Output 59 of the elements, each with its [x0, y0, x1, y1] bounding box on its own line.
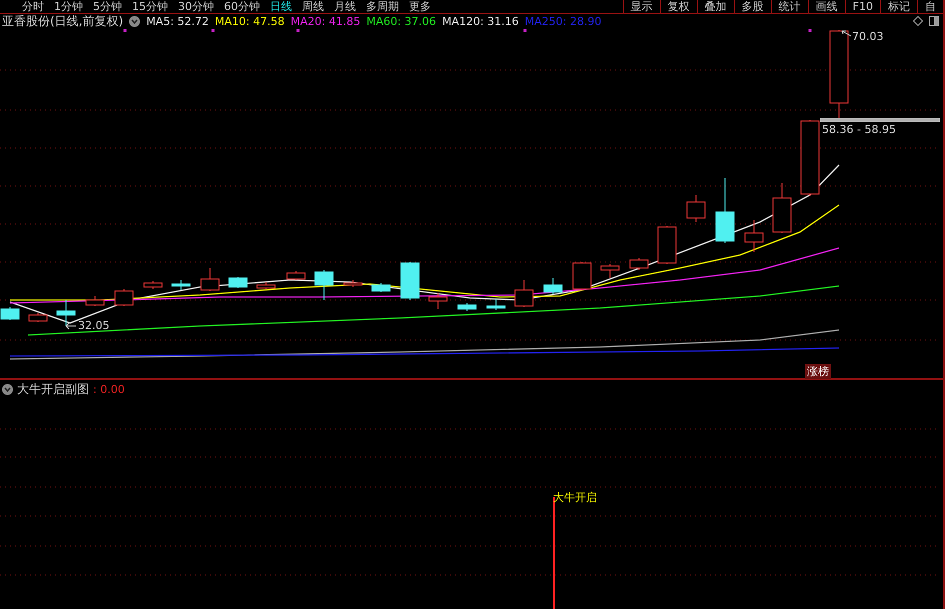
- chart-title: 亚香股份(日线,前复权): [2, 12, 124, 30]
- collapse-icon[interactable]: [129, 16, 140, 26]
- diamond-icon[interactable]: [913, 16, 923, 26]
- candlestick: [686, 194, 706, 222]
- candlestick: [172, 280, 190, 290]
- candlestick: [286, 270, 306, 280]
- candlestick: [486, 298, 506, 310]
- candlestick: [458, 302, 476, 312]
- indicator-value: : 0.00: [93, 382, 125, 396]
- arrow-icon: [66, 322, 76, 330]
- period-tab[interactable]: 多周期: [366, 0, 399, 12]
- rank-badge: 涨榜: [805, 364, 831, 379]
- period-tab[interactable]: 日线: [270, 0, 292, 12]
- period-tab[interactable]: 1分钟: [54, 0, 83, 12]
- candlestick: [256, 282, 276, 290]
- candlestick: [0, 306, 20, 320]
- indicator-value: MA10: 47.58: [214, 14, 285, 28]
- price-range-label: 58.36 - 58.95: [822, 123, 896, 136]
- candlestick: [314, 270, 334, 300]
- arrow-icon: [842, 30, 852, 36]
- period-tab[interactable]: 5分钟: [93, 0, 122, 12]
- indicator-value: MA20: 41.85: [290, 14, 360, 28]
- period-tab[interactable]: 60分钟: [224, 0, 260, 12]
- panel-icon[interactable]: [929, 16, 939, 26]
- period-tab[interactable]: 月线: [334, 0, 356, 12]
- period-tab[interactable]: 周线: [302, 0, 324, 12]
- signal-label: 大牛开启: [553, 490, 597, 505]
- candlestick: [28, 312, 48, 322]
- candlestick: [86, 296, 104, 306]
- candlestick: [572, 262, 592, 290]
- candlestick: [372, 282, 390, 292]
- candlestick: [630, 258, 648, 270]
- period-tab[interactable]: 分时: [22, 0, 44, 12]
- candlestick: [400, 262, 420, 300]
- candlestick: [772, 182, 792, 234]
- candlestick: [744, 220, 764, 252]
- candlestick: [144, 280, 162, 290]
- candlestick: [544, 278, 562, 294]
- candlestick: [228, 276, 248, 288]
- candlestick: [716, 178, 734, 244]
- candlestick: [56, 300, 76, 326]
- low-price-label: 32.05: [78, 319, 110, 332]
- indicator-value: MA120: 31.16: [442, 14, 519, 28]
- indicator-value: MA5: 52.72: [146, 14, 209, 28]
- collapse-icon[interactable]: [2, 384, 13, 394]
- candlestick: [428, 292, 448, 310]
- period-tab[interactable]: 15分钟: [132, 0, 168, 12]
- candlestick: [658, 226, 676, 264]
- candlestick: [514, 280, 534, 308]
- candlestick: [200, 268, 220, 292]
- candlestick: [114, 288, 134, 306]
- candlestick: [600, 264, 620, 278]
- indicator-value: MA250: 28.90: [524, 14, 602, 28]
- indicator-title: 大牛开启副图: [17, 380, 89, 398]
- period-tab[interactable]: 更多: [409, 0, 431, 12]
- period-tab[interactable]: 30分钟: [178, 0, 214, 12]
- indicator-value: MA60: 37.06: [366, 14, 436, 28]
- high-price-label: 70.03: [852, 30, 884, 43]
- candlestick: [344, 280, 362, 288]
